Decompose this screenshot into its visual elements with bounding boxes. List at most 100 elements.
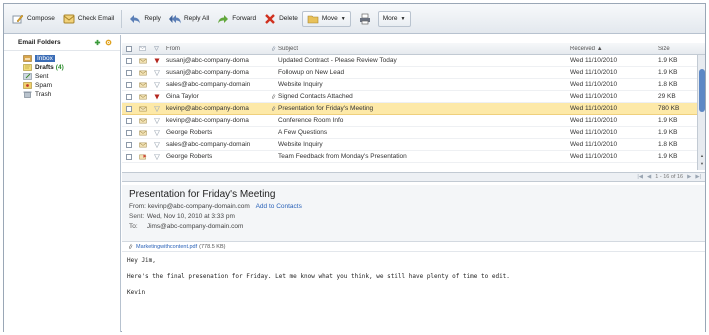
move-button[interactable]: Move ▼ [301,10,351,27]
message-received: Wed 11/10/2010 [570,141,618,148]
select-all-checkbox[interactable] [122,45,136,52]
folder-inbox[interactable]: Inbox [4,54,120,62]
sent-line: Sent: Wed, Nov 10, 2010 at 3:33 pm [129,213,698,220]
flag-outline-icon[interactable] [149,141,164,148]
attachment-size: (778.5 KB) [199,243,226,250]
message-area: From Subject Received ▲ Size susanj@abc-… [122,35,705,332]
delete-button[interactable]: Delete [260,10,302,28]
check-email-button[interactable]: Check Email [59,10,118,28]
message-size: 1.8 KB [658,141,678,148]
more-label: More [382,15,398,22]
folder-sent[interactable]: Sent [4,72,120,80]
flag-icon[interactable] [149,94,164,100]
message-row[interactable]: Gina Taylor Signed Contacts Attached Wed 1… [122,91,697,103]
folder-spam[interactable]: Spam [4,81,120,89]
scroll-up-icon[interactable]: ▲ [699,153,705,158]
message-header: Presentation for Friday's Meeting From: … [122,185,705,242]
message-size: 780 KB [658,105,680,112]
flag-outline-icon[interactable] [149,105,164,112]
flag-outline-icon[interactable] [149,69,164,76]
move-label: Move [321,15,338,22]
chevron-down-icon: ▼ [340,15,346,22]
row-checkbox[interactable] [122,93,136,100]
reply-all-icon [168,14,181,23]
column-received[interactable]: Received ▲ [570,46,656,52]
message-row[interactable]: kevinp@abc-company-doma Conference Room I… [122,115,697,127]
scroll-down-icon[interactable]: ▼ [699,161,705,166]
more-button[interactable]: More ▼ [377,10,411,27]
toolbar: Compose Check Email Reply Reply All Forw… [4,4,705,34]
sent-label: Sent: [129,213,145,220]
paperclip-icon [268,105,278,112]
message-from: sales@abc-company-domain [166,141,251,148]
flag-outline-icon[interactable] [149,129,164,136]
flag-outline-icon[interactable] [149,117,164,124]
message-list: susanj@abc-company-doma Updated Contract … [122,55,697,163]
reply-all-button[interactable]: Reply All [165,10,213,28]
folder-trash[interactable]: Trash [4,90,120,98]
attachment-link[interactable]: Marketingwithcontent.pdf [136,244,197,250]
column-from[interactable]: From [164,46,268,52]
message-size: 1.9 KB [658,129,678,136]
prev-page-icon[interactable]: ◀ [647,174,651,180]
envelope-icon [136,58,149,64]
message-received: Wed 11/10/2010 [570,117,618,124]
envelope-icon [136,142,149,148]
row-checkbox[interactable] [122,57,136,64]
message-row[interactable]: susanj@abc-company-doma Followup on New L… [122,67,697,79]
message-received: Wed 11/10/2010 [570,153,618,160]
folders-title: Email Folders [18,39,61,46]
message-row[interactable]: susanj@abc-company-doma Updated Contract … [122,55,697,67]
scrollbar-thumb[interactable] [699,69,705,112]
row-checkbox[interactable] [122,69,136,76]
reply-button[interactable]: Reply [125,10,165,28]
row-checkbox[interactable] [122,129,136,136]
message-row[interactable]: sales@abc-company-domain Website Inquiry W… [122,139,697,151]
reply-label: Reply [144,15,161,22]
column-size[interactable]: Size [656,46,696,52]
row-checkbox[interactable] [122,141,136,148]
sent-icon [23,72,32,80]
message-row[interactable]: kevinp@abc-company-doma Presentation for … [122,103,697,115]
first-page-icon[interactable]: |◀ [637,174,643,180]
add-folder-icon[interactable] [94,39,101,46]
message-size: 1.9 KB [658,69,678,76]
flag-icon[interactable] [149,58,164,64]
check-email-icon [63,14,75,23]
message-received: Wed 11/10/2010 [570,57,618,64]
message-row[interactable]: George Roberts A Few Questions Wed 11/10/2… [122,127,697,139]
message-row[interactable]: George Roberts Team Feedback from Monday'… [122,151,697,163]
add-to-contacts-link[interactable]: Add to Contacts [256,203,302,210]
forward-button[interactable]: Forward [213,10,260,28]
print-button[interactable] [355,10,378,28]
message-from: George Roberts [166,153,213,160]
paperclip-icon [268,93,278,100]
settings-icon[interactable] [105,39,112,46]
column-subject[interactable]: Subject [278,46,570,52]
message-from: susanj@abc-company-doma [166,69,249,76]
compose-button[interactable]: Compose [8,10,59,28]
row-checkbox[interactable] [122,105,136,112]
next-page-icon[interactable]: ▶ [687,174,691,180]
folder-label: Inbox [35,54,55,62]
message-size: 29 KB [658,93,676,100]
row-checkbox[interactable] [122,81,136,88]
message-from: kevinp@abc-company-doma [166,117,249,124]
folder-label: Spam [35,81,52,89]
reply-all-label: Reply All [183,15,210,22]
row-checkbox[interactable] [122,117,136,124]
flag-outline-icon[interactable] [149,81,164,88]
folder-drafts[interactable]: Drafts (4) [4,63,120,71]
last-page-icon[interactable]: ▶| [695,174,701,180]
message-size: 1.9 KB [658,153,678,160]
paperclip-icon [128,243,133,249]
envelope-icon [136,118,149,124]
message-row[interactable]: sales@abc-company-domain Website Inquiry W… [122,79,697,91]
message-list-scrollbar[interactable]: ▲ ▼ [697,55,705,170]
from-line: From: kevinp@abc-company-domain.com Add … [129,203,698,210]
message-title: Presentation for Friday's Meeting [129,189,276,200]
message-subject: Presentation for Friday's Meeting [278,105,374,112]
flag-outline-icon[interactable] [149,153,164,160]
row-checkbox[interactable] [122,153,136,160]
delete-label: Delete [279,15,298,22]
